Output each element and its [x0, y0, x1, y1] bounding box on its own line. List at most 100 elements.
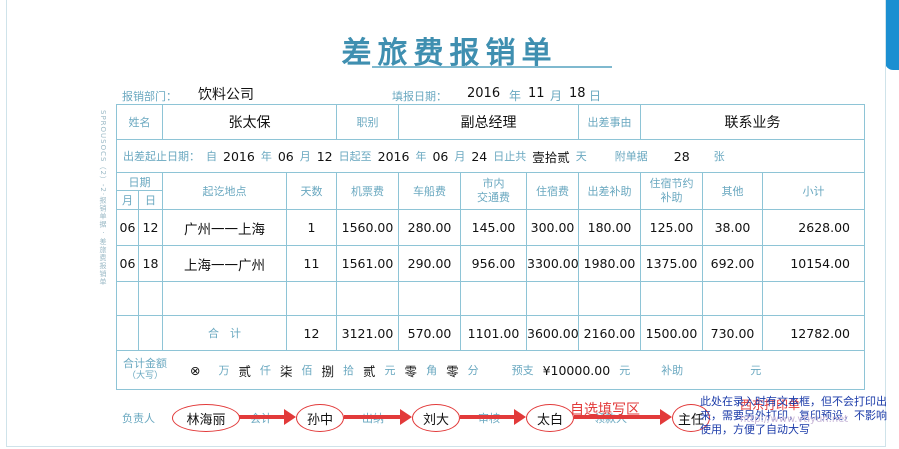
trip-from-year-unit: 年	[260, 150, 272, 163]
reason-value[interactable]: 联系业务	[640, 104, 865, 140]
cell-month[interactable]: 06	[116, 245, 139, 282]
table-row: 06 12 广州一一上海 1 1560.00 280.00 145.00 300…	[116, 209, 865, 246]
side-form-code: SPROUSOCS（2）-2·报销单据 · 差旅费报销单	[99, 110, 107, 286]
total-label: 合 计	[162, 315, 287, 351]
cell-subtotal[interactable]: 10154.00	[762, 245, 865, 282]
words-digit-6[interactable]: 零	[446, 361, 459, 380]
cell-allowance[interactable]: 1980.00	[578, 245, 641, 282]
advance-label: 预支	[511, 364, 534, 377]
cell-days[interactable]: 1	[286, 209, 337, 246]
trip-to-month[interactable]: 06	[432, 149, 448, 164]
responsible-label: 负责人	[122, 412, 155, 425]
trip-from-day[interactable]: 12	[317, 149, 333, 164]
words-digit-3[interactable]: 捌	[322, 361, 335, 380]
col-car: 车船费	[398, 172, 461, 210]
responsible-field[interactable]: 林海丽	[172, 404, 240, 432]
cell-hotel[interactable]: 3300.00	[526, 245, 579, 282]
cell-car[interactable]: 280.00	[398, 209, 461, 246]
dept-label: 报销部门：	[122, 90, 177, 103]
col-local-2: 交通费	[477, 191, 510, 204]
words-digit-2[interactable]: 柒	[280, 361, 293, 380]
cell-air[interactable]: 1561.00	[336, 245, 399, 282]
title-underline	[372, 66, 612, 68]
trip-from-month[interactable]: 06	[278, 149, 294, 164]
cell-other[interactable]: 38.00	[702, 209, 763, 246]
words-label-1: 合计金额	[123, 357, 167, 370]
trip-label: 出差起止日期：	[123, 150, 200, 163]
col-hotel-save: 住宿节约 补助	[640, 172, 703, 210]
amount-words-row: 合计金额 （大写） ⊗ 万 贰 仟 柒 佰 捌 拾 贰 元 零 角 零 分 预支…	[116, 350, 865, 390]
cell-empty[interactable]	[640, 281, 703, 316]
cell-save[interactable]: 1375.00	[640, 245, 703, 282]
words-unit-4: 元	[384, 364, 396, 377]
words-digit-5[interactable]: 零	[405, 361, 418, 380]
trip-end-label: 日止共	[493, 150, 527, 163]
cell-empty[interactable]	[286, 281, 337, 316]
attach-label: 附单据	[614, 150, 648, 163]
date-month[interactable]: 11	[528, 86, 545, 101]
cell-empty[interactable]	[116, 281, 139, 316]
col-day: 日	[138, 190, 163, 210]
cell-empty[interactable]	[138, 281, 163, 316]
cell-empty[interactable]	[702, 281, 763, 316]
total-air: 3121.00	[336, 315, 399, 351]
cell-allowance[interactable]: 180.00	[578, 209, 641, 246]
words-mark: ⊗	[190, 362, 201, 378]
col-date: 日期	[116, 172, 163, 191]
trip-to-year[interactable]: 2016	[378, 149, 410, 164]
optional-area-label: 自选填写区	[570, 402, 640, 418]
trip-days-words[interactable]: 壹拾贰	[532, 147, 570, 166]
col-hotel-save-2: 补助	[660, 191, 683, 204]
cell-empty[interactable]	[398, 281, 461, 316]
amount-words-cell: 合计金额 （大写） ⊗ 万 贰 仟 柒 佰 捌 拾 贰 元 零 角 零 分 预支…	[116, 350, 865, 390]
flow-arrow-1	[238, 409, 296, 425]
trip-to-day[interactable]: 24	[471, 149, 487, 164]
words-digit-4[interactable]: 贰	[363, 361, 376, 380]
col-local-1: 市内	[482, 177, 505, 190]
cell-empty[interactable]	[578, 281, 641, 316]
total-subtotal: 12782.00	[762, 315, 865, 351]
cell-local[interactable]: 956.00	[460, 245, 527, 282]
trip-from-year[interactable]: 2016	[223, 149, 255, 164]
auditor-field[interactable]: 太白	[526, 404, 574, 432]
trip-to-year-unit: 年	[415, 150, 427, 163]
cell-route[interactable]: 上海一一广州	[162, 245, 287, 282]
cashier-field[interactable]: 刘大	[412, 404, 460, 432]
cell-subtotal[interactable]: 2628.00	[762, 209, 865, 246]
accountant-field[interactable]: 孙中	[296, 404, 344, 432]
cell-day[interactable]: 18	[138, 245, 163, 282]
cell-empty[interactable]	[460, 281, 527, 316]
cell-hotel[interactable]: 300.00	[526, 209, 579, 246]
cell-route[interactable]: 广州一一上海	[162, 209, 287, 246]
position-value[interactable]: 副总经理	[398, 104, 579, 140]
words-unit-1: 仟	[260, 364, 271, 377]
cell-other[interactable]: 692.00	[702, 245, 763, 282]
cell-empty[interactable]	[526, 281, 579, 316]
attach-count[interactable]: 28	[674, 149, 690, 164]
trip-to-month-unit: 月	[454, 150, 466, 163]
cell-empty[interactable]	[162, 281, 287, 316]
cell-days[interactable]: 11	[286, 245, 337, 282]
cell-empty[interactable]	[762, 281, 865, 316]
total-allowance: 2160.00	[578, 315, 641, 351]
words-unit-6: 分	[467, 364, 479, 377]
total-other: 730.00	[702, 315, 763, 351]
col-local: 市内 交通费	[460, 172, 527, 210]
date-day[interactable]: 18	[569, 86, 586, 101]
name-value[interactable]: 张太保	[162, 104, 337, 140]
cell-day[interactable]: 12	[138, 209, 163, 246]
cell-air[interactable]: 1560.00	[336, 209, 399, 246]
cell-month[interactable]: 06	[116, 209, 139, 246]
cell-empty[interactable]	[336, 281, 399, 316]
watermark: http://www.vtiyun.net	[740, 414, 849, 425]
dept-value[interactable]: 饮料公司	[198, 84, 254, 104]
cell-car[interactable]: 290.00	[398, 245, 461, 282]
cell-save[interactable]: 125.00	[640, 209, 703, 246]
advance-value[interactable]: ¥10000.00	[543, 363, 611, 378]
words-digit-1[interactable]: 贰	[238, 361, 251, 380]
cell-local[interactable]: 145.00	[460, 209, 527, 246]
table-row: 06 18 上海一一广州 11 1561.00 290.00 956.00 33…	[116, 245, 865, 282]
total-hotel: 3600.00	[526, 315, 579, 351]
words-unit-3: 拾	[343, 364, 355, 377]
date-year[interactable]: 2016	[467, 86, 500, 101]
